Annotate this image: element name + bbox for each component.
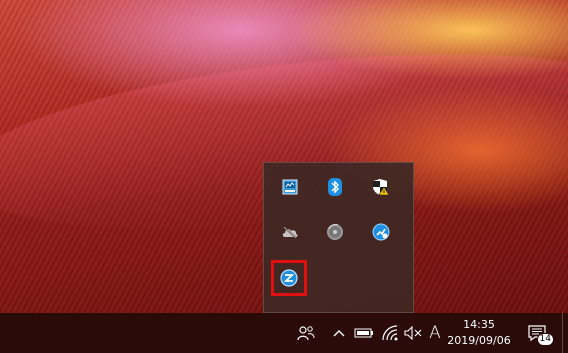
show-desktop-button[interactable] [562, 313, 568, 353]
disc-icon[interactable] [320, 217, 350, 247]
action-center-button[interactable]: 14 [524, 313, 554, 353]
input-language-indicator[interactable]: A [426, 313, 444, 353]
clock-time: 14:35 [463, 318, 495, 331]
people-icon[interactable] [292, 313, 320, 353]
volume-muted-icon[interactable] [402, 313, 424, 353]
blue-app-icon[interactable] [366, 217, 396, 247]
bluetooth-icon[interactable] [320, 172, 350, 202]
hidden-icons-flyout [263, 162, 414, 313]
chevron-up-icon[interactable] [330, 313, 348, 353]
notification-count-badge: 14 [536, 333, 554, 346]
taskbar: A 14:35 2019/09/06 14 [0, 313, 568, 353]
battery-icon[interactable] [352, 313, 376, 353]
language-label: A [429, 323, 441, 343]
clock[interactable]: 14:35 2019/09/06 [446, 317, 512, 351]
highlighted-app-icon[interactable] [271, 260, 307, 296]
network-monitor-icon[interactable] [275, 172, 305, 202]
clock-date: 2019/09/06 [447, 334, 511, 347]
security-warning-icon[interactable] [366, 172, 396, 202]
wifi-icon[interactable] [379, 313, 401, 353]
cloud-offline-icon[interactable] [275, 217, 305, 247]
